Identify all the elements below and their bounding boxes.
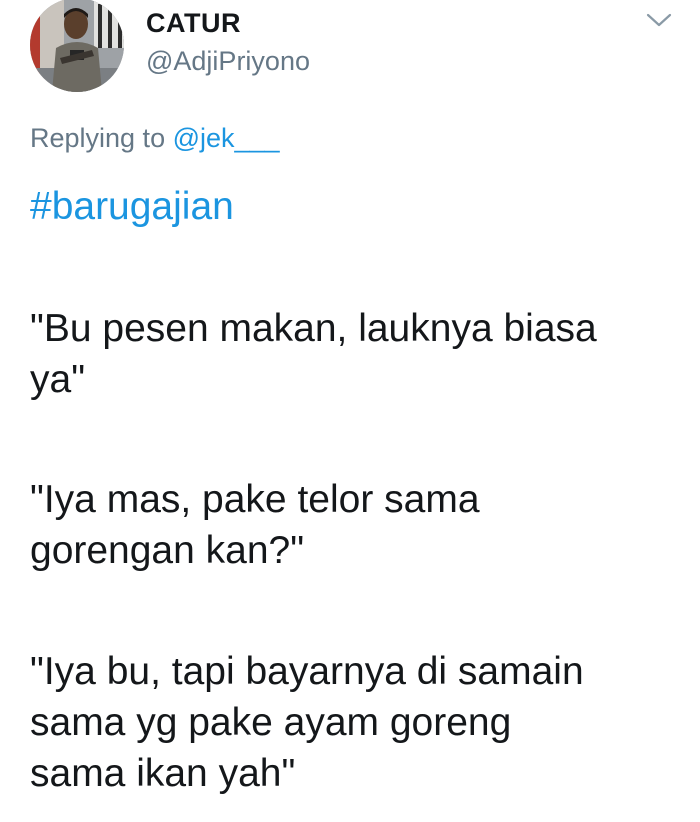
tweet-paragraph: "Bu pesen makan, lauknya biasa ya": [30, 303, 680, 405]
tweet-paragraph: "Iya bu, tapi bayarnya di samain sama yg…: [30, 646, 680, 799]
tweet: CATUR @AdjiPriyono Replying to @jek___ #…: [0, 0, 700, 822]
text-line: sama yg pake ayam goreng: [30, 701, 512, 744]
text-line: ya": [30, 358, 86, 401]
tweet-paragraph: "Iya mas, pake telor sama gorengan kan?": [30, 474, 680, 576]
avatar-photo: [30, 0, 124, 92]
replying-to: Replying to @jek___: [30, 123, 280, 154]
text-line: "Iya mas, pake telor sama: [30, 478, 480, 521]
chevron-down-icon[interactable]: [644, 10, 674, 30]
text-line: "Bu pesen makan, lauknya biasa: [30, 307, 597, 350]
author-handle[interactable]: @AdjiPriyono: [146, 46, 310, 77]
text-line: sama ikan yah": [30, 752, 296, 795]
text-line: gorengan kan?": [30, 529, 305, 572]
text-line: "Iya bu, tapi bayarnya di samain: [30, 650, 584, 693]
reply-prefix: Replying to: [30, 123, 173, 153]
avatar[interactable]: [30, 0, 124, 92]
tweet-header: CATUR @AdjiPriyono: [30, 0, 680, 100]
hashtag-link[interactable]: #barugajian: [30, 185, 234, 229]
reply-mention-link[interactable]: @jek___: [173, 123, 280, 153]
author-name[interactable]: CATUR: [146, 8, 241, 39]
